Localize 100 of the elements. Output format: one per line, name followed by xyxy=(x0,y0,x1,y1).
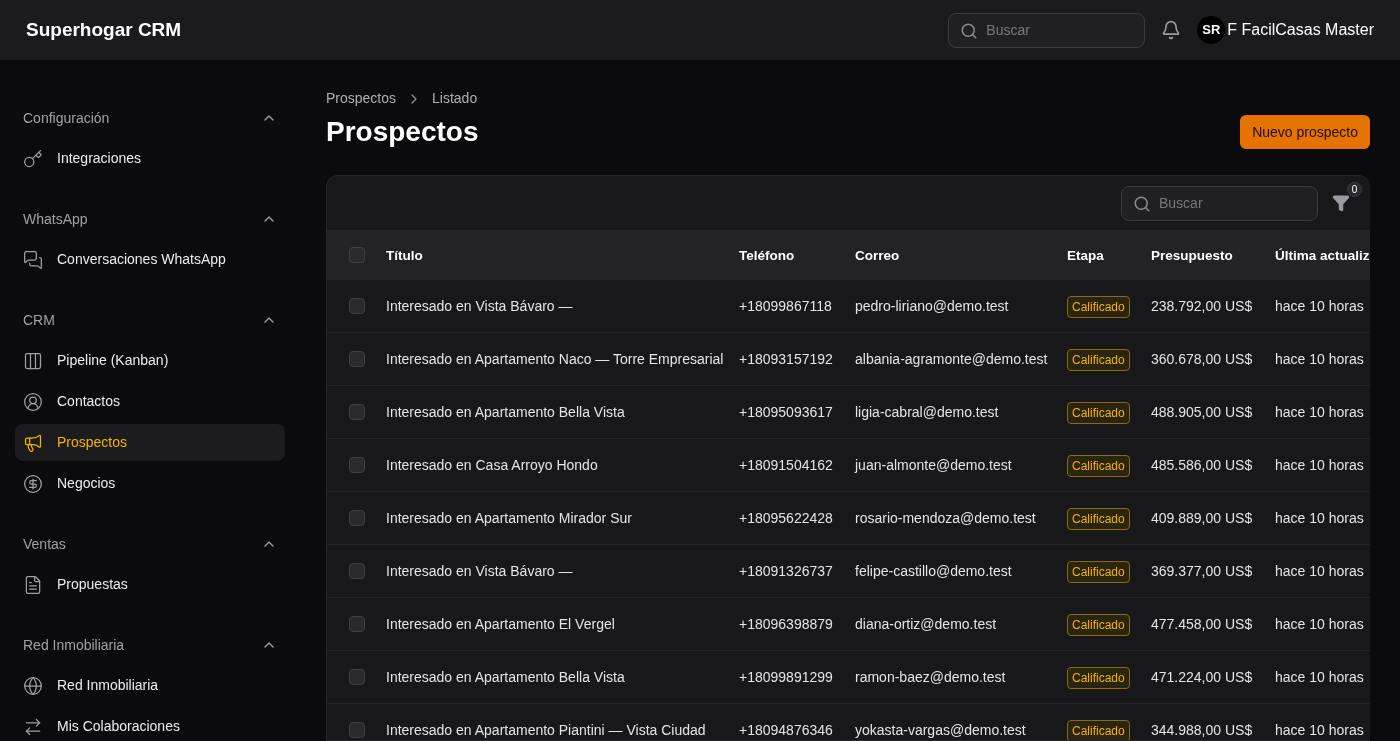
stage-tag: Calificado xyxy=(1067,720,1130,740)
sidebar-item[interactable]: Integraciones xyxy=(15,140,285,177)
table-cell: rosario-mendoza@demo.test xyxy=(855,510,1036,526)
user-circle-icon xyxy=(23,391,43,412)
row-checkbox[interactable] xyxy=(348,722,365,738)
column-header[interactable]: Última actualiz xyxy=(1275,248,1370,263)
sidebar-item[interactable]: Conversaciones WhatsApp xyxy=(15,241,285,278)
table-cell: hace 10 horas xyxy=(1275,722,1364,738)
table-cell: diana-ortiz@demo.test xyxy=(855,616,997,632)
table-cell: Interesado en Apartamento Naco — Torre Empresarial xyxy=(386,351,724,367)
key-icon xyxy=(23,148,43,169)
document-icon xyxy=(23,574,43,595)
section-heading: Configuración xyxy=(23,108,110,128)
stage-tag: Calificado xyxy=(1067,349,1130,371)
filter-icon[interactable] xyxy=(1332,194,1350,212)
row-checkbox[interactable] xyxy=(348,616,365,632)
table-cell: hace 10 horas xyxy=(1275,510,1364,526)
table-cell: 369.377,00 US$ xyxy=(1151,563,1253,579)
table-cell: +18095093617 xyxy=(739,404,833,420)
table-cell: +18091326737 xyxy=(739,563,833,579)
table-cell: ligia-cabral@demo.test xyxy=(855,404,999,420)
table-cell: 471.224,00 US$ xyxy=(1151,669,1253,685)
column-header[interactable]: Título xyxy=(386,248,423,263)
table-cell: hace 10 horas xyxy=(1275,457,1364,473)
sidebar-item[interactable]: Pipeline (Kanban) xyxy=(15,342,285,379)
table-cell: Interesado en Vista Bávaro — xyxy=(386,563,573,579)
sidebar-item[interactable]: Red Inmobiliaria xyxy=(15,667,285,704)
app-title: Superhogar CRM xyxy=(26,17,182,42)
bell-icon[interactable] xyxy=(1161,20,1182,40)
table-cell: Interesado en Apartamento Piantini — Vista Ciudad xyxy=(386,722,706,738)
section-heading: Ventas xyxy=(23,534,66,554)
column-header[interactable]: Etapa xyxy=(1067,248,1104,263)
table-cell: 238.792,00 US$ xyxy=(1151,298,1253,314)
columns-icon xyxy=(23,350,43,371)
user-avatar[interactable]: SR xyxy=(1197,16,1226,44)
select-all-checkbox[interactable] xyxy=(348,247,365,263)
breadcrumb-link[interactable]: Listado xyxy=(432,88,478,109)
sidebar-item[interactable]: Prospectos xyxy=(15,424,285,461)
globe-icon xyxy=(23,675,43,696)
search-icon xyxy=(1133,194,1151,213)
table-cell: ramon-baez@demo.test xyxy=(855,669,1006,685)
sidebar-item[interactable]: Propuestas xyxy=(15,566,285,603)
table-cell: +18094876346 xyxy=(739,722,833,738)
table-cell: felipe-castillo@demo.test xyxy=(855,563,1012,579)
column-header[interactable]: Teléfono xyxy=(739,248,795,263)
page-title: Prospectos xyxy=(326,115,479,149)
row-checkbox[interactable] xyxy=(348,563,365,579)
sidebar-item[interactable]: Negocios xyxy=(15,465,285,502)
column-header[interactable]: Correo xyxy=(855,248,900,263)
user-name[interactable]: F FacilCasas Master xyxy=(1227,18,1374,42)
table-cell: hace 10 horas xyxy=(1275,351,1364,367)
table-cell: albania-agramonte@demo.test xyxy=(855,351,1048,367)
section-heading: CRM xyxy=(23,310,55,330)
table-cell: 477.458,00 US$ xyxy=(1151,616,1253,632)
table-cell: 485.586,00 US$ xyxy=(1151,457,1253,473)
section-heading: WhatsApp xyxy=(23,209,88,229)
row-checkbox[interactable] xyxy=(348,298,365,314)
dollar-icon xyxy=(23,473,43,494)
table-cell: 488.905,00 US$ xyxy=(1151,404,1253,420)
stage-tag: Calificado xyxy=(1067,508,1130,530)
row-checkbox[interactable] xyxy=(348,351,365,367)
stage-tag: Calificado xyxy=(1067,667,1130,689)
table-cell: +18099867118 xyxy=(739,298,832,314)
search-field[interactable]: Buscar xyxy=(948,12,1146,48)
table-cell: 409.889,00 US$ xyxy=(1151,510,1253,526)
stage-tag: Calificado xyxy=(1067,561,1130,583)
row-checkbox[interactable] xyxy=(348,669,365,685)
table-cell: 360.678,00 US$ xyxy=(1151,351,1253,367)
table-cell: juan-almonte@demo.test xyxy=(855,457,1012,473)
row-checkbox[interactable] xyxy=(348,404,365,420)
table-cell: 344.988,00 US$ xyxy=(1151,722,1253,738)
table-cell: pedro-liriano@demo.test xyxy=(855,298,1009,314)
sidebar-item[interactable]: Mis Colaboraciones xyxy=(15,708,285,741)
row-checkbox[interactable] xyxy=(348,457,365,473)
sidebar-item[interactable]: Contactos xyxy=(15,383,285,420)
breadcrumb-link[interactable]: Prospectos xyxy=(326,88,397,109)
arrows-icon xyxy=(23,716,43,737)
stage-tag: Calificado xyxy=(1067,296,1130,318)
table-cell: hace 10 horas xyxy=(1275,298,1364,314)
table-cell: hace 10 horas xyxy=(1275,404,1364,420)
table-cell: Interesado en Apartamento Bella Vista xyxy=(386,669,625,685)
search-icon xyxy=(960,21,979,40)
stage-tag: Calificado xyxy=(1067,455,1130,477)
row-checkbox[interactable] xyxy=(348,510,365,526)
chat-bubbles-icon xyxy=(23,249,43,270)
stage-tag: Calificado xyxy=(1067,614,1130,636)
table-cell: hace 10 horas xyxy=(1275,669,1364,685)
table-cell: yokasta-vargas@demo.test xyxy=(855,722,1026,738)
table-cell: +18095622428 xyxy=(739,510,833,526)
table-cell: Interesado en Apartamento Mirador Sur xyxy=(386,510,632,526)
table-cell: +18091504162 xyxy=(739,457,833,473)
new-prospect-button[interactable]: Nuevo prospecto xyxy=(1240,115,1370,149)
column-header[interactable]: Presupuesto xyxy=(1151,248,1233,263)
megaphone-icon xyxy=(23,432,43,453)
table-cell: +18096398879 xyxy=(739,616,833,632)
table-search-field[interactable]: Buscar xyxy=(1121,185,1318,221)
filter-count-badge: 0 xyxy=(1347,182,1362,197)
stage-tag: Calificado xyxy=(1067,402,1130,424)
table-cell: Interesado en Casa Arroyo Hondo xyxy=(386,457,598,473)
table-cell: +18099891299 xyxy=(739,669,833,685)
